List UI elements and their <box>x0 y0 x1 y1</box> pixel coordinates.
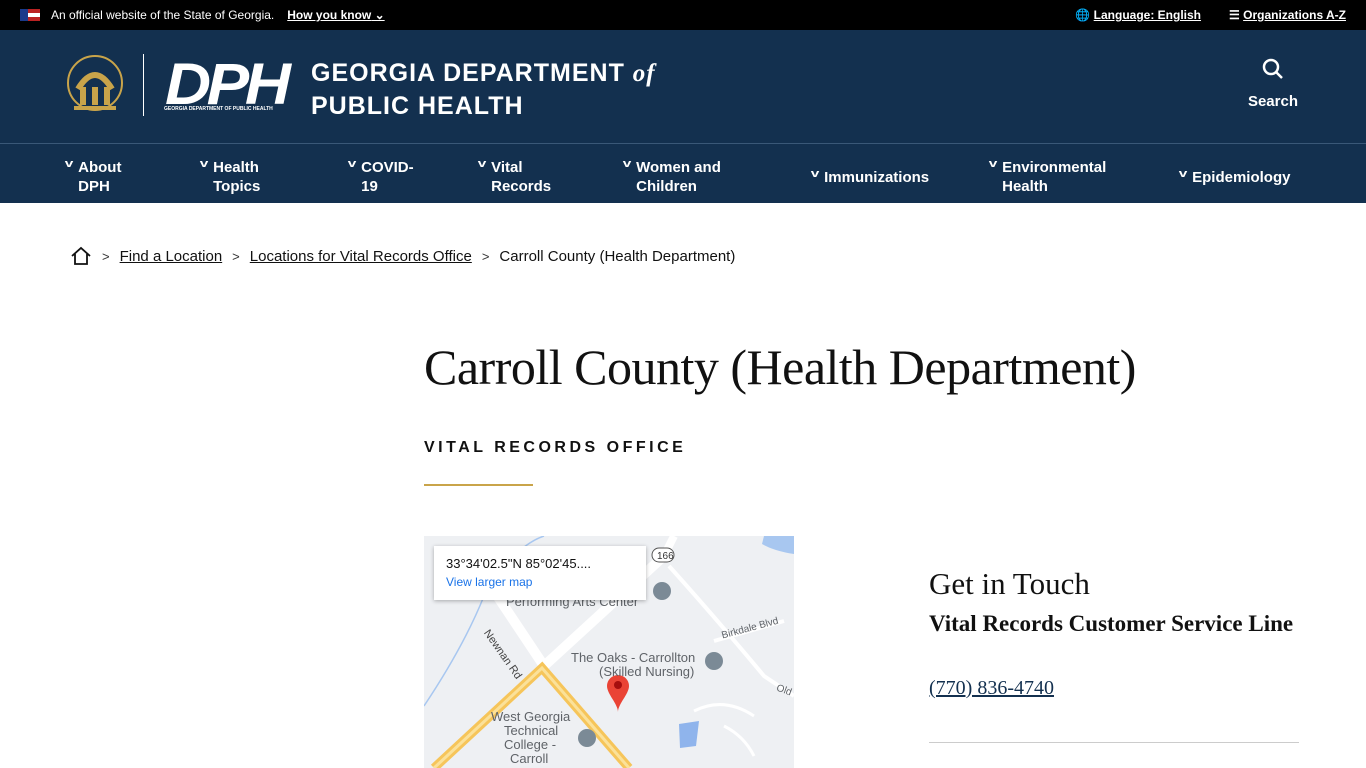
logo-divider <box>143 54 144 116</box>
us-flag-icon <box>20 9 40 21</box>
chevron-down-icon: v <box>988 158 998 170</box>
map-label: Carroll <box>508 751 551 766</box>
contact-line-label: Vital Records Customer Service Line <box>929 611 1294 636</box>
official-text: An official website of the State of Geor… <box>51 8 275 22</box>
main-nav: v About DPH v Health Topics v COVID- 19 v Vital… <box>0 143 1366 203</box>
search-icon <box>1262 58 1283 79</box>
chevron-right-icon: > <box>232 248 240 264</box>
chevron-down-icon: v <box>1178 168 1188 180</box>
place-pin-icon <box>705 652 723 670</box>
how-you-know-link[interactable]: How you know ⌄ <box>287 8 384 22</box>
nav-about[interactable]: v About DPH <box>64 158 122 196</box>
organizations-link[interactable]: ☰ Organizations A-Z <box>1229 8 1346 22</box>
nav-environmental-health[interactable]: v Environmental Health <box>988 158 1107 196</box>
georgia-seal-icon <box>67 55 123 111</box>
nav-immunizations[interactable]: v Immunizations <box>810 168 929 187</box>
page-subtitle: VITAL RECORDS OFFICE <box>424 439 687 456</box>
chevron-down-icon: v <box>347 158 357 170</box>
location-map[interactable]: 166 Performing Arts Center Newnan Rd Bir… <box>424 536 794 768</box>
nav-covid[interactable]: v COVID- 19 <box>347 158 414 196</box>
chevron-down-icon: v <box>622 158 632 170</box>
breadcrumb-current: Carroll County (Health Department) <box>499 247 736 265</box>
chevron-down-icon: v <box>64 158 74 170</box>
view-larger-map-link[interactable]: View larger map <box>446 575 634 589</box>
breadcrumb-vital-records-locations[interactable]: Locations for Vital Records Office <box>250 248 472 265</box>
school-pin-icon <box>653 582 671 600</box>
nav-vital-records[interactable]: v Vital Records <box>477 158 551 196</box>
school-pin-icon <box>578 729 596 747</box>
map-coordinates: 33°34'02.5"N 85°02'45.... <box>446 556 592 571</box>
phone-link[interactable]: (770) 836-4740 <box>929 677 1054 700</box>
chevron-down-icon: v <box>810 168 820 180</box>
map-label: Technical <box>504 723 559 738</box>
chevron-down-icon: v <box>199 158 209 170</box>
home-icon[interactable] <box>70 246 92 266</box>
contact-divider <box>929 742 1299 743</box>
official-banner: An official website of the State of Geor… <box>0 0 1366 30</box>
dph-logo-subtext: GEORGIA DEPARTMENT OF PUBLIC HEALTH <box>164 106 273 112</box>
chevron-down-icon: v <box>477 158 487 170</box>
map-label: (Skilled Nursing) <box>599 664 695 679</box>
route-label: 166 <box>657 551 674 562</box>
location-pin-icon <box>607 675 629 712</box>
map-label: West Georgia <box>491 709 571 724</box>
chevron-right-icon: > <box>102 248 110 264</box>
nav-epidemiology[interactable]: v Epidemiology <box>1178 168 1291 187</box>
map-label: The Oaks - Carrollton <box>571 650 696 665</box>
gold-divider <box>424 484 533 486</box>
nav-health-topics[interactable]: v Health Topics <box>199 158 261 196</box>
site-title[interactable]: GEORGIA DEPARTMENT of PUBLIC HEALTH <box>311 57 656 122</box>
map-label: College - <box>504 737 557 752</box>
language-selector[interactable]: 🌐 Language: English <box>1075 8 1201 22</box>
nav-women-children[interactable]: v Women and Children <box>622 158 721 196</box>
breadcrumb: > Find a Location > Locations for Vital … <box>70 246 735 266</box>
contact-heading: Get in Touch <box>929 566 1090 601</box>
breadcrumb-find-location[interactable]: Find a Location <box>120 248 223 265</box>
chevron-right-icon: > <box>481 248 490 264</box>
site-header: DPH GEORGIA DEPARTMENT OF PUBLIC HEALTH … <box>0 30 1366 143</box>
map-info-card: 33°34'02.5"N 85°02'45.... View larger ma… <box>434 546 646 600</box>
page-title: Carroll County (Health Department) <box>424 339 1136 395</box>
search-button[interactable]: Search <box>1248 57 1298 110</box>
